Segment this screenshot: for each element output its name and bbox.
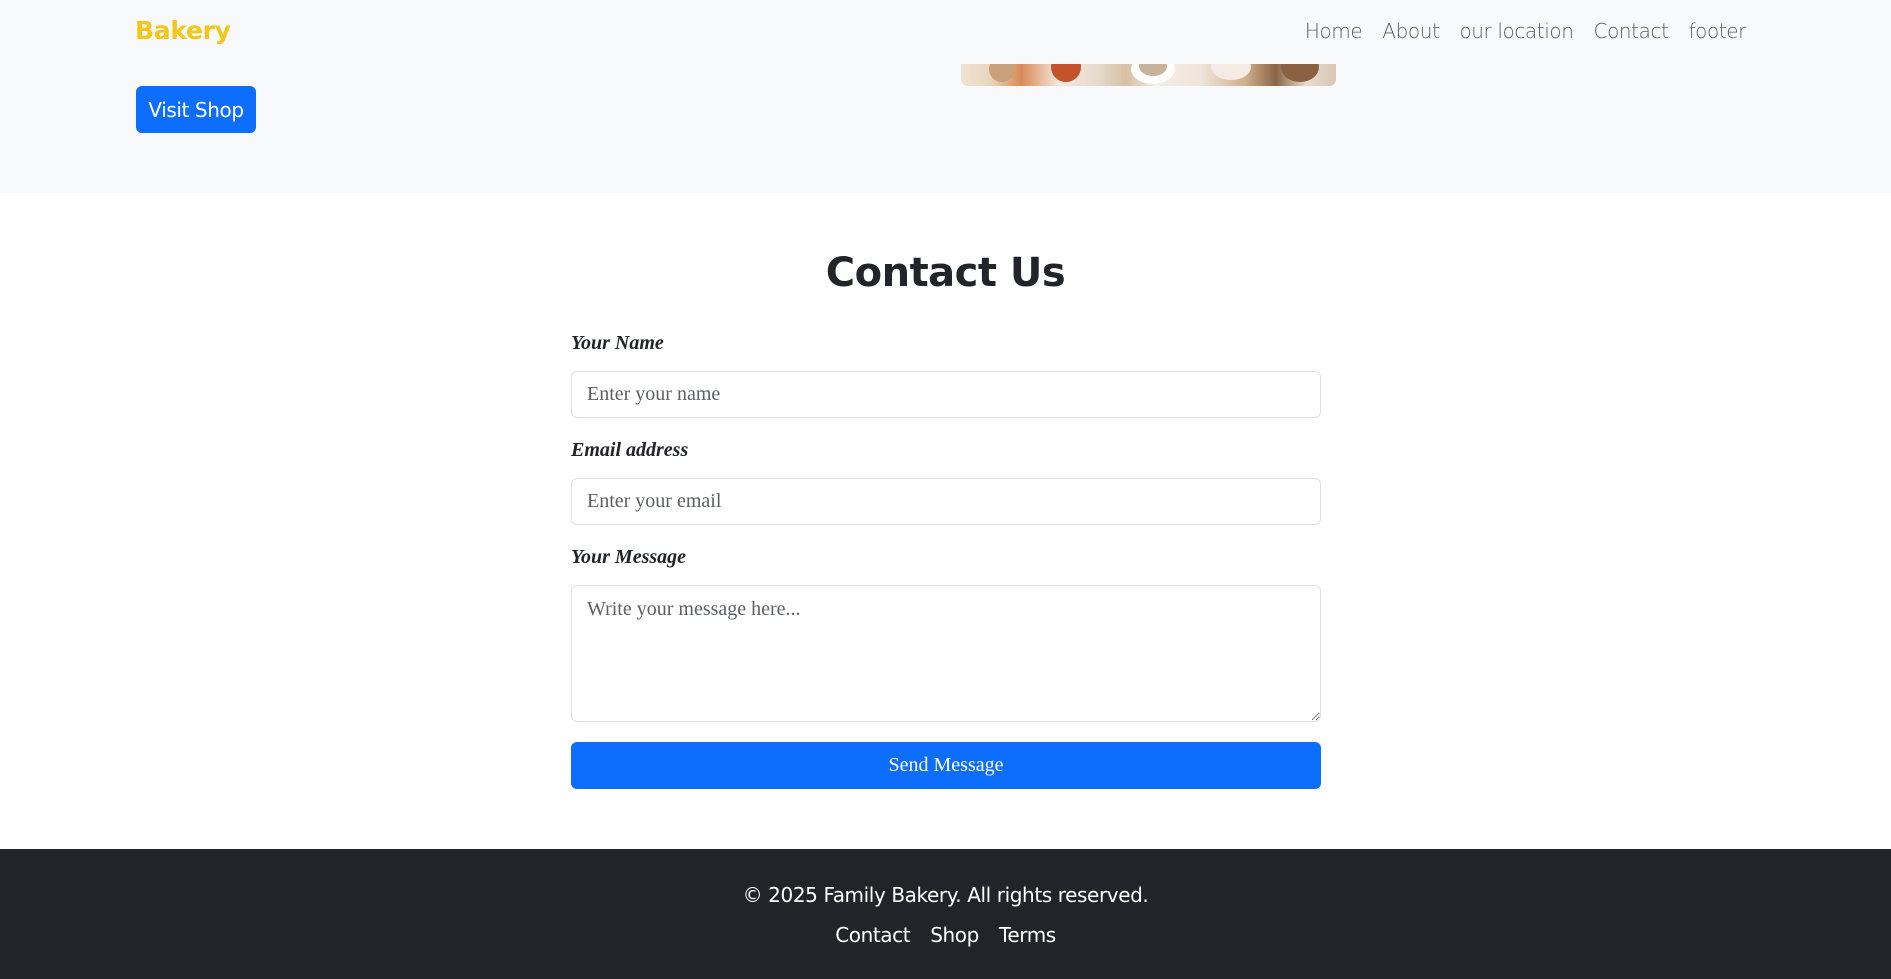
bowl-shape <box>1211 64 1251 80</box>
hero-section: Bakery Home About our location Contact f… <box>0 0 1891 193</box>
visit-shop-button[interactable]: Visit Shop <box>136 86 256 133</box>
bowl-shape <box>989 64 1015 82</box>
bakery-ingredients-image <box>961 64 1336 86</box>
nav-link-home[interactable]: Home <box>1295 19 1372 43</box>
message-label: Your Message <box>571 546 687 568</box>
bowl-shape <box>1281 64 1319 82</box>
bowl-shape <box>1051 64 1081 82</box>
footer-link-terms[interactable]: Terms <box>999 923 1056 947</box>
send-message-button[interactable]: Send Message <box>571 742 1321 789</box>
message-textarea[interactable] <box>571 585 1321 722</box>
name-input[interactable] <box>571 371 1321 418</box>
footer-links: Contact Shop Terms <box>0 923 1891 947</box>
nav-link-our-location[interactable]: our location <box>1449 19 1583 43</box>
navbar-links: Home About our location Contact footer <box>1295 19 1747 43</box>
nav-link-contact[interactable]: Contact <box>1584 19 1679 43</box>
nav-link-about[interactable]: About <box>1372 19 1449 43</box>
nav-link-footer[interactable]: footer <box>1679 19 1747 43</box>
footer-link-shop[interactable]: Shop <box>930 923 979 947</box>
site-footer: © 2025 Family Bakery. All rights reserve… <box>0 849 1891 979</box>
email-label: Email address <box>571 439 689 461</box>
copyright-text: © 2025 Family Bakery. All rights reserve… <box>742 883 1149 907</box>
contact-title: Contact Us <box>825 250 1066 296</box>
footer-link-contact[interactable]: Contact <box>835 923 910 947</box>
email-input[interactable] <box>571 478 1321 525</box>
name-label: Your Name <box>571 332 664 354</box>
navbar-brand[interactable]: Bakery <box>135 16 231 45</box>
